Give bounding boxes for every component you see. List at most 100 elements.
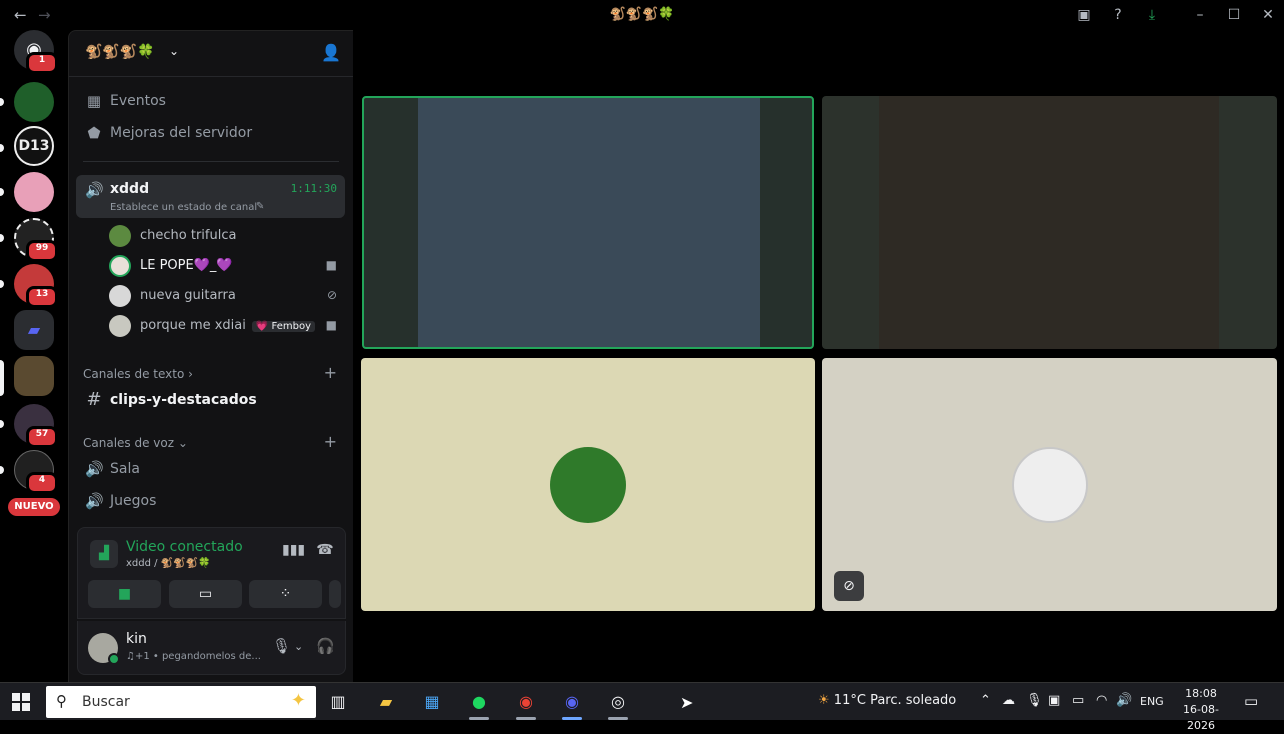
chrome-icon[interactable]: ◉: [512, 688, 540, 720]
server-icon[interactable]: 57: [14, 404, 58, 448]
chevron-down-icon: ⌄: [169, 44, 180, 58]
battery-icon[interactable]: ▭: [1072, 693, 1084, 708]
video-feed: [879, 96, 1219, 349]
pencil-icon[interactable]: ✎: [256, 201, 264, 212]
avatar: [109, 285, 131, 307]
headphones-icon[interactable]: 🎧: [316, 637, 335, 655]
video-tile[interactable]: [822, 96, 1277, 349]
chevron-right-icon: ›: [188, 367, 193, 381]
role-tag: 💗 Femboy: [251, 321, 315, 332]
camera-icon[interactable]: ▣: [1048, 693, 1060, 708]
voice-channel-active[interactable]: 🔊 xddd Establece un estado de canal ✎ 1:…: [76, 175, 345, 218]
task-view-icon[interactable]: ▥: [324, 688, 352, 716]
camera-button[interactable]: ■: [88, 580, 161, 608]
voice-channel-item[interactable]: 🔊 Sala: [81, 456, 343, 484]
unread-pill: [0, 280, 4, 288]
avatar-tile[interactable]: ⊘: [822, 358, 1277, 611]
add-channel-icon[interactable]: +: [324, 432, 337, 451]
notification-badge: 4: [26, 472, 58, 494]
disconnect-icon[interactable]: ☎: [314, 542, 336, 564]
activities-button[interactable]: ⁘: [249, 580, 322, 608]
server-icon[interactable]: [14, 82, 54, 122]
video-camera-icon: ■: [117, 586, 132, 602]
voice-member[interactable]: LE POPE💜_💜 ■: [109, 252, 345, 280]
voice-member[interactable]: nueva guitarra ⊘: [109, 282, 345, 310]
server-rail: ◉ 1 D13 99 13 ▰ 57 4 NUEVO: [0, 30, 68, 682]
notifications-icon[interactable]: ▭: [1244, 692, 1258, 710]
channel-status-prompt[interactable]: Establece un estado de canal: [110, 202, 257, 213]
chevron-up-icon[interactable]: ⌃: [980, 693, 991, 708]
language-indicator[interactable]: ENG: [1140, 695, 1164, 708]
clock[interactable]: 18:08 16-08-2026: [1176, 686, 1226, 734]
voice-channel-item[interactable]: 🔊 Juegos: [81, 488, 343, 516]
direct-messages-button[interactable]: ◉ 1: [14, 30, 58, 74]
wifi-icon[interactable]: ◠: [1096, 693, 1107, 708]
server-icon-selected[interactable]: [14, 356, 54, 396]
server-icon[interactable]: 4: [14, 450, 58, 494]
call-timer: 1:11:30: [290, 182, 337, 195]
discord-taskbar-icon[interactable]: ◉: [558, 688, 586, 720]
online-status-dot: [108, 653, 120, 665]
voice-status-title[interactable]: Video conectado: [126, 539, 243, 555]
server-icon[interactable]: [14, 172, 54, 212]
voice-channel-name: xddd: [110, 181, 150, 197]
hashtag-icon: #: [86, 389, 102, 410]
maximize-icon[interactable]: ☐: [1224, 5, 1244, 25]
microphone-icon[interactable]: 🎙: [272, 637, 291, 655]
avatar: [1011, 446, 1088, 523]
screen-share-icon: ▭: [198, 586, 213, 602]
speaker-icon: 🔊: [85, 460, 104, 478]
soundboard-button[interactable]: [329, 580, 341, 608]
taskbar-search[interactable]: ⚲ Buscar ✦: [46, 686, 316, 718]
volume-icon[interactable]: 🔊: [1116, 693, 1132, 708]
user-activity-status: ♫+1 • pegandomelos de...: [126, 651, 261, 662]
chevron-down-icon[interactable]: ⌄: [294, 640, 303, 653]
help-icon[interactable]: ?: [1108, 5, 1128, 25]
voice-connection-panel: ▟ Video conectado xddd / 🐒🐒🐒🍀 ▮▮▮ ☎ ■ ▭ …: [77, 527, 346, 619]
chevron-down-icon: ⌄: [177, 436, 188, 450]
windows-start-icon[interactable]: [12, 693, 30, 711]
new-badge: NUEVO: [8, 498, 60, 516]
notification-badge: 57: [26, 426, 58, 448]
events-item[interactable]: ▦ Eventos: [81, 88, 343, 116]
server-icon[interactable]: D13: [14, 126, 54, 166]
microphone-icon[interactable]: 🎙: [1026, 693, 1043, 708]
text-channel-item[interactable]: # clips-y-destacados: [81, 387, 343, 415]
video-stage: ⊘: [353, 30, 1284, 682]
download-icon[interactable]: ⤓: [1142, 5, 1162, 25]
close-icon[interactable]: ✕: [1258, 5, 1278, 25]
speaker-icon: 🔊: [85, 181, 104, 199]
obs-icon[interactable]: ◎: [604, 688, 632, 720]
server-icon[interactable]: 99: [14, 218, 58, 262]
screen-share-button[interactable]: ▭: [169, 580, 242, 608]
noise-suppression-icon[interactable]: ▮▮▮: [282, 542, 305, 564]
server-icon[interactable]: 13: [14, 264, 58, 308]
notification-badge: 99: [26, 240, 58, 262]
video-tile-speaking[interactable]: [362, 96, 814, 349]
cloud-icon[interactable]: ☁: [1002, 693, 1015, 708]
microsoft-store-icon[interactable]: ▦: [418, 688, 446, 716]
inbox-icon[interactable]: ▣: [1074, 5, 1094, 25]
file-explorer-icon[interactable]: ▰: [372, 688, 400, 716]
add-member-icon[interactable]: 👤: [321, 43, 341, 62]
avatar: [109, 255, 131, 277]
voice-member[interactable]: checho trifulca: [109, 222, 345, 250]
server-boost-item[interactable]: ⬟ Mejoras del servidor: [81, 120, 343, 148]
video-camera-icon: ■: [325, 258, 337, 272]
folder-icon[interactable]: ▰: [14, 310, 54, 350]
taskbar: ⚲ Buscar ✦ ▥ ▰ ▦ ● ◉ ◉ ◎ ➤ ☀ 11°C Parc. …: [0, 682, 1284, 732]
category-voice-channels[interactable]: Canales de voz ⌄: [83, 436, 188, 450]
video-camera-icon: ■: [325, 318, 337, 332]
spotify-icon[interactable]: ●: [465, 688, 493, 720]
minimize-icon[interactable]: –: [1190, 5, 1210, 25]
voice-member[interactable]: porque me xdiai 💗 Femboy ■: [109, 312, 345, 340]
title-bar: ← → 🐒🐒🐒🍀 ▣ ? ⤓ – ☐ ✕: [0, 0, 1284, 30]
server-header[interactable]: 🐒🐒🐒🍀 ⌄ 👤: [69, 31, 353, 77]
add-channel-icon[interactable]: +: [324, 363, 337, 382]
unread-pill: [0, 188, 4, 196]
avatar-tile[interactable]: [361, 358, 815, 611]
unread-pill: [0, 98, 4, 106]
activities-icon: ⁘: [279, 586, 292, 602]
weather-widget[interactable]: ☀ 11°C Parc. soleado: [818, 693, 956, 708]
category-text-channels[interactable]: Canales de texto ›: [83, 367, 193, 381]
